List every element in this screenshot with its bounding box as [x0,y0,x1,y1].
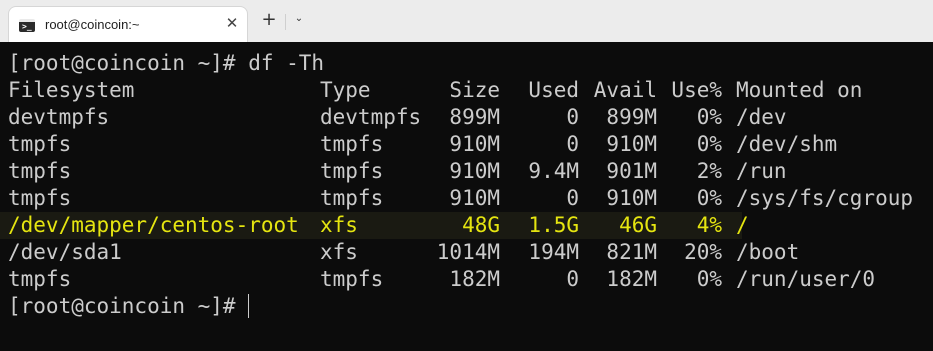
terminal-icon: >_ [19,19,35,32]
header-used: Used [528,78,579,102]
cell-use-percent: 0% [696,132,722,156]
cell-mounted-on: /sys/fs/cgroup [736,186,914,210]
table-row: tmpfs tmpfs 910M 0 910M 0% /sys/fs/cgroup [8,185,933,212]
cell-avail: 182M [606,267,657,291]
terminal-tab[interactable]: >_ root@coincoin:~ ✕ [8,6,248,42]
table-row: /dev/sda1 xfs 1014M 194M 821M 20% /boot [8,239,933,266]
cell-used: 0 [566,267,579,291]
cell-filesystem: devtmpfs [8,105,110,129]
prompt: [root@coincoin ~]# [8,294,236,318]
cell-used: 9.4M [528,159,579,183]
cell-type: xfs [320,213,358,237]
cell-use-percent: 4% [696,213,722,237]
cell-avail: 901M [606,159,657,183]
cell-filesystem: tmpfs [8,267,72,291]
cell-type: tmpfs [320,267,384,291]
table-row: /dev/mapper/centos-root xfs 48G 1.5G 46G 4% / [0,212,933,239]
cell-size: 182M [449,267,500,291]
cell-used: 1.5G [528,213,579,237]
cell-avail: 910M [606,186,657,210]
header-mounted-on: Mounted on [736,78,863,102]
cell-avail: 821M [606,240,657,264]
cell-avail: 910M [606,132,657,156]
cell-size: 899M [449,105,500,129]
header-filesystem: Filesystem [8,78,135,102]
cell-mounted-on: /dev [736,105,787,129]
command-line: [root@coincoin ~]# df -Th [8,51,325,75]
cell-type: tmpfs [320,186,384,210]
terminal-output[interactable]: [root@coincoin ~]# df -Th Filesystem Type… [0,50,933,320]
header-avail: Avail [593,78,657,102]
df-table: Filesystem Type Size Used Avail Use% Mounted o… [0,77,933,293]
chevron-down-icon[interactable]: ⌄ [292,12,306,26]
cell-avail: 899M [606,105,657,129]
cell-use-percent: 2% [696,159,722,183]
tab-separator [285,14,286,30]
cell-used: 194M [528,240,579,264]
cell-mounted-on: /run/user/0 [736,267,876,291]
cell-type: tmpfs [320,132,384,156]
table-row: tmpfs tmpfs 910M 9.4M 901M 2% /run [8,158,933,185]
cell-type: tmpfs [320,159,384,183]
cell-filesystem: /dev/mapper/centos-root [8,213,299,237]
cell-filesystem: /dev/sda1 [8,240,122,264]
cell-type: devtmpfs [320,105,422,129]
table-row: tmpfs tmpfs 910M 0 910M 0% /dev/shm [8,131,933,158]
close-tab-icon[interactable]: ✕ [223,14,241,32]
cell-filesystem: tmpfs [8,132,72,156]
text-cursor [247,294,249,318]
tab-title: root@coincoin:~ [45,17,140,32]
cell-mounted-on: / [736,213,749,237]
cell-size: 910M [449,132,500,156]
cell-mounted-on: /run [736,159,787,183]
cell-used: 0 [566,105,579,129]
cell-used: 0 [566,186,579,210]
table-row: tmpfs tmpfs 182M 0 182M 0% /run/user/0 [8,266,933,293]
cell-use-percent: 0% [696,267,722,291]
cell-use-percent: 20% [684,240,722,264]
cell-size: 910M [449,186,500,210]
title-bar: >_ root@coincoin:~ ✕ + ⌄ [0,0,933,42]
cell-use-percent: 0% [696,105,722,129]
table-header: Filesystem Type Size Used Avail Use% Mounted o… [8,77,933,104]
cell-use-percent: 0% [696,186,722,210]
header-use-percent: Use% [671,78,722,102]
header-size: Size [449,78,500,102]
cell-size: 1014M [436,240,500,264]
cell-size: 910M [449,159,500,183]
cell-mounted-on: /dev/shm [736,132,838,156]
cell-avail: 46G [619,213,657,237]
cell-filesystem: tmpfs [8,159,72,183]
cell-used: 0 [566,132,579,156]
cell-filesystem: tmpfs [8,186,72,210]
new-tab-button[interactable]: + [260,11,278,29]
table-row: devtmpfs devtmpfs 899M 0 899M 0% /dev [8,104,933,131]
cell-size: 48G [462,213,500,237]
cell-mounted-on: /boot [736,240,800,264]
header-type: Type [320,78,371,102]
prompt-line[interactable]: [root@coincoin ~]# [8,293,933,320]
cell-type: xfs [320,240,358,264]
